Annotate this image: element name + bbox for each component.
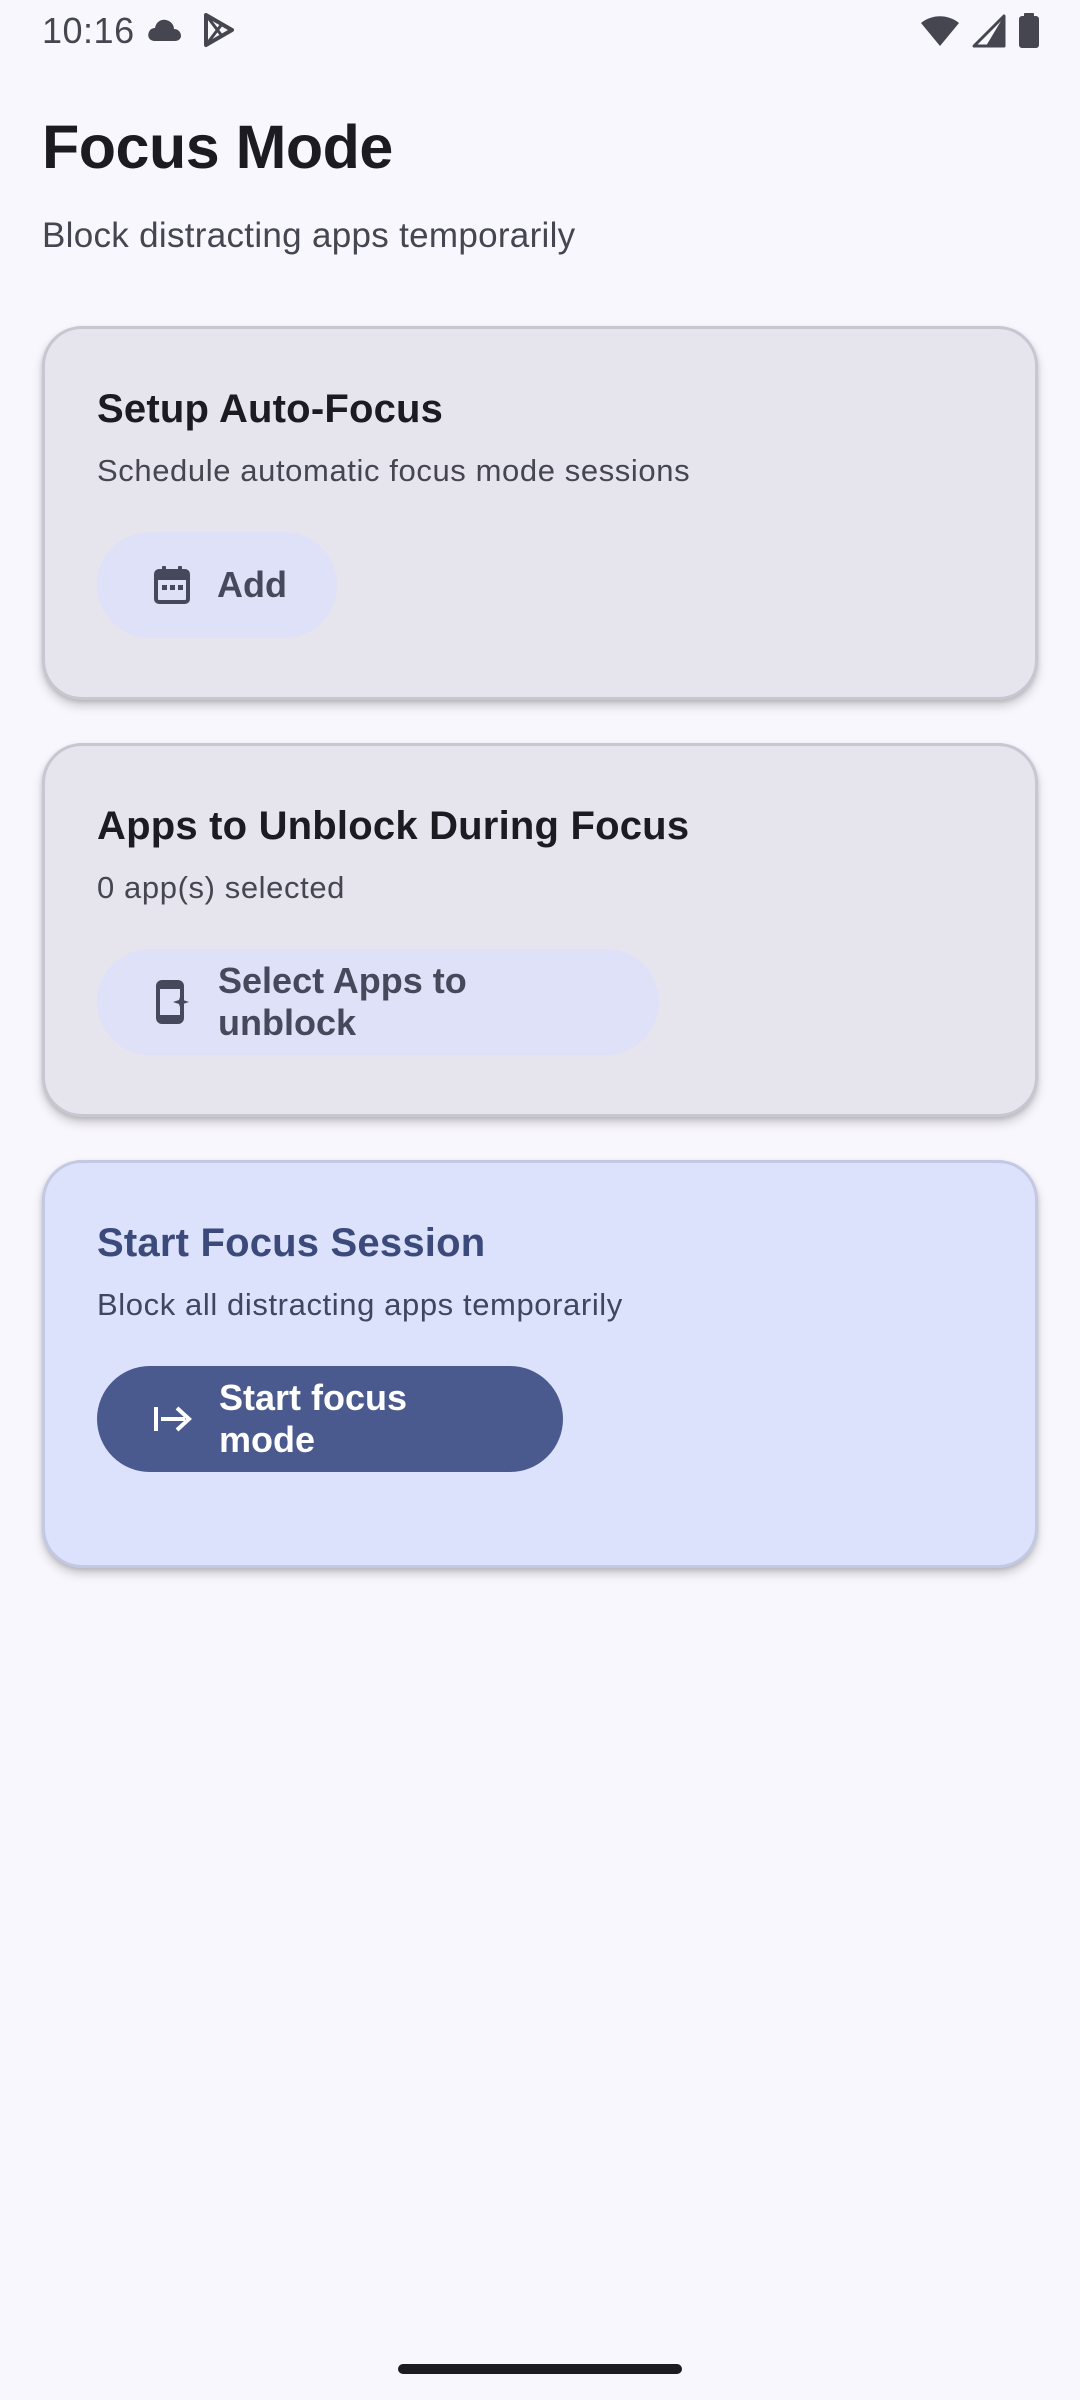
start-session-description: Block all distracting apps temporarily <box>97 1287 623 1322</box>
auto-focus-description: Schedule automatic focus mode sessions <box>97 453 691 488</box>
unblock-apps-title: Apps to Unblock During Focus <box>97 804 690 848</box>
home-indicator[interactable] <box>398 2364 682 2374</box>
add-schedule-button[interactable]: Add <box>97 532 337 638</box>
select-apps-button[interactable]: Select Apps to unblock <box>97 949 659 1055</box>
start-arrow-icon <box>153 1399 193 1439</box>
app-select-icon <box>153 980 192 1024</box>
select-apps-button-label: Select Apps to unblock <box>218 960 467 1043</box>
auto-focus-card: Setup Auto-Focus Schedule automatic focu… <box>42 326 1038 700</box>
start-focus-button-label: Start focus mode <box>219 1377 408 1460</box>
cloud-icon <box>146 17 182 48</box>
unblock-apps-card: Apps to Unblock During Focus 0 app(s) se… <box>42 743 1038 1117</box>
start-focus-button[interactable]: Start focus mode <box>97 1366 563 1472</box>
start-session-title: Start Focus Session <box>97 1221 486 1265</box>
play-store-icon <box>202 12 236 53</box>
page-subtitle: Block distracting apps temporarily <box>42 216 576 255</box>
add-button-label: Add <box>217 564 287 605</box>
status-left-icons <box>146 12 236 53</box>
battery-icon <box>1018 13 1040 54</box>
selected-apps-count: 0 app(s) selected <box>97 870 345 905</box>
start-session-card: Start Focus Session Block all distractin… <box>42 1160 1038 1568</box>
status-time: 10:16 <box>42 10 135 51</box>
auto-focus-title: Setup Auto-Focus <box>97 387 444 431</box>
status-bar: 10:16 <box>0 0 1080 62</box>
signal-icon <box>972 14 1006 53</box>
calendar-icon <box>153 565 191 605</box>
status-right-icons <box>920 13 1040 54</box>
wifi-icon <box>920 14 960 53</box>
page-title: Focus Mode <box>42 113 393 181</box>
